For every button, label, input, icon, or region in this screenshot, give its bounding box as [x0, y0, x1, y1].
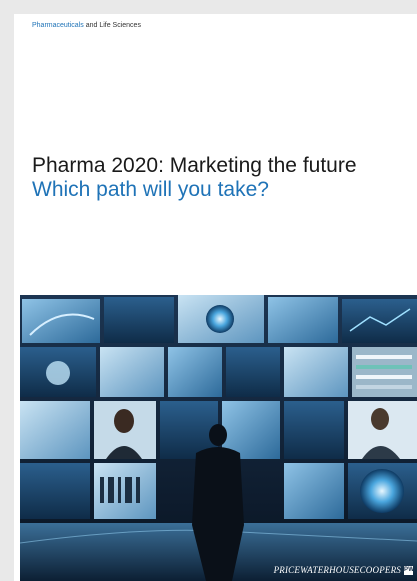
kicker-life-sciences: and Life Sciences: [83, 22, 141, 29]
screen-row-middle: [20, 347, 417, 397]
cover-image: PRICEWATERHOUSECOOPERS PW: [20, 295, 417, 581]
pwc-logo-icon: PW: [404, 565, 415, 575]
document-subtitle: Which path will you take?: [32, 178, 269, 201]
document-page: Pharmaceuticals and Life Sciences Pharma…: [14, 14, 417, 581]
screen-row-top: [22, 295, 417, 343]
pwc-logo: PRICEWATERHOUSECOOPERS PW: [273, 565, 415, 575]
section-kicker: Pharmaceuticals and Life Sciences: [32, 21, 141, 30]
kicker-pharmaceuticals: Pharmaceuticals: [32, 22, 84, 29]
document-title: Pharma 2020: Marketing the future: [32, 154, 357, 177]
pwc-logo-wordmark: PRICEWATERHOUSECOOPERS: [273, 565, 401, 575]
video-wall-illustration: [20, 295, 417, 581]
